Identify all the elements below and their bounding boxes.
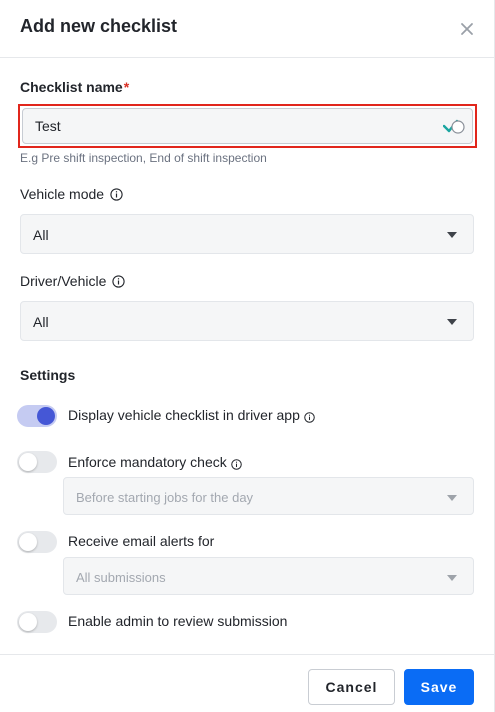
display-checklist-toggle[interactable] [17,405,57,427]
email-alerts-select: All submissions [63,557,474,595]
info-icon[interactable] [231,457,242,470]
enforce-mandatory-label-text: Enforce mandatory check [68,454,227,470]
add-checklist-dialog: Add new checklist Checklist name* E.g Pr… [0,0,495,712]
email-alerts-label: Receive email alerts for [68,533,214,549]
checklist-name-label: Checklist name * [20,79,129,95]
checklist-name-highlight [18,104,477,148]
info-icon[interactable] [112,274,126,288]
save-button[interactable]: Save [404,669,474,705]
dialog-title: Add new checklist [20,16,178,36]
required-marker: * [123,79,130,95]
dialog-footer: Cancel Save [0,654,495,712]
display-checklist-label-text: Display vehicle checklist in driver app [68,407,300,423]
settings-heading: Settings [20,367,76,383]
toggle-knob [37,407,55,425]
email-alerts-value: All submissions [76,570,166,585]
admin-review-label-text: Enable admin to review submission [68,613,288,629]
cancel-button[interactable]: Cancel [308,669,395,705]
vehicle-mode-value: All [33,227,49,243]
admin-review-toggle[interactable] [17,611,57,633]
dialog-header: Add new checklist [0,0,495,58]
enforce-mandatory-toggle[interactable] [17,451,57,473]
chevron-down-icon [447,575,457,581]
vehicle-mode-label-text: Vehicle mode [20,186,105,202]
close-icon[interactable] [457,19,477,39]
driver-vehicle-select[interactable]: All [20,301,474,341]
info-icon[interactable] [304,410,315,423]
chevron-down-icon [447,319,457,325]
toggle-knob [19,453,37,471]
checklist-name-input[interactable] [22,108,473,144]
enforce-mandatory-value: Before starting jobs for the day [76,490,254,505]
enforce-mandatory-label: Enforce mandatory check [68,454,242,470]
chevron-down-icon [447,232,457,238]
toggle-knob [19,533,37,551]
check-icon [442,118,465,136]
chevron-down-icon [447,495,457,501]
toggle-knob [19,613,37,631]
admin-review-label: Enable admin to review submission [68,613,287,629]
enforce-mandatory-select: Before starting jobs for the day [63,477,474,515]
checklist-name-label-text: Checklist name [20,79,123,95]
driver-vehicle-value: All [33,314,49,330]
email-alerts-label-text: Receive email alerts for [68,533,215,549]
vehicle-mode-select[interactable]: All [20,214,474,254]
vehicle-mode-label: Vehicle mode [20,186,123,202]
display-checklist-label: Display vehicle checklist in driver app [68,407,315,423]
info-icon[interactable] [110,187,123,201]
driver-vehicle-label: Driver/Vehicle [20,273,126,289]
checklist-name-hint: E.g Pre shift inspection, End of shift i… [20,151,267,165]
driver-vehicle-label-text: Driver/Vehicle [20,273,107,289]
email-alerts-toggle[interactable] [17,531,57,553]
